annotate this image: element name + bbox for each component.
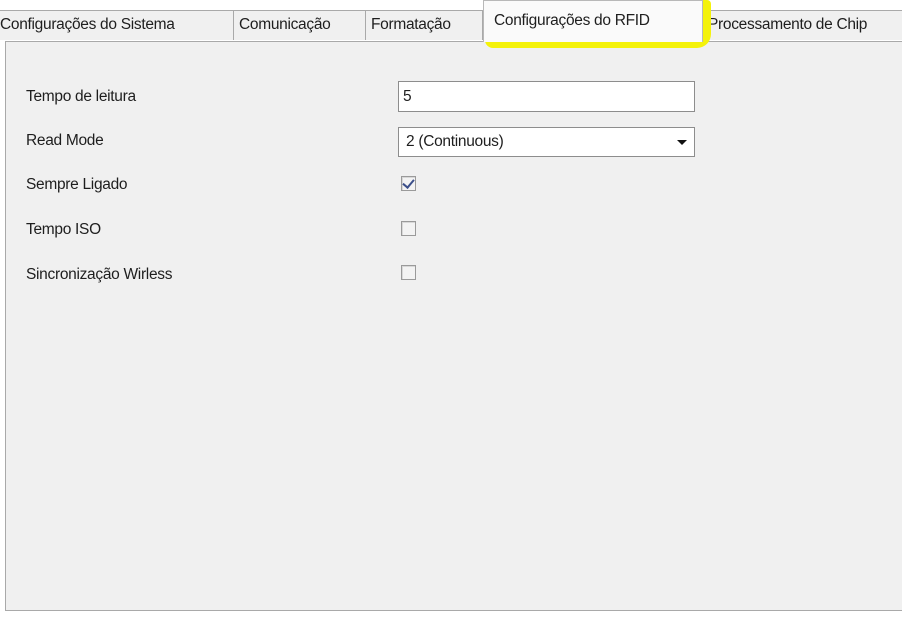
tab-communication[interactable]: Comunicação bbox=[233, 10, 366, 40]
tab-chip-processing[interactable]: Processamento de Chip bbox=[702, 10, 902, 40]
tab-strip: Configurações do Sistema Comunicação For… bbox=[0, 0, 902, 48]
read-mode-selected-value: 2 (Continuous) bbox=[406, 133, 504, 150]
read-mode-dropdown[interactable]: 2 (Continuous) bbox=[398, 127, 695, 157]
tab-label: Formatação bbox=[371, 16, 451, 33]
iso-time-checkbox[interactable] bbox=[401, 221, 416, 236]
checkmark-icon bbox=[402, 176, 415, 189]
read-time-input[interactable] bbox=[398, 81, 695, 112]
tab-label: Comunicação bbox=[239, 16, 331, 33]
tab-system-settings[interactable]: Configurações do Sistema bbox=[0, 10, 234, 40]
always-on-label: Sempre Ligado bbox=[26, 176, 128, 193]
tab-label: Configurações do RFID bbox=[494, 12, 650, 29]
tab-rfid-settings[interactable]: Configurações do RFID bbox=[483, 0, 703, 42]
wireless-sync-checkbox[interactable] bbox=[401, 265, 416, 280]
tab-label: Configurações do Sistema bbox=[0, 16, 175, 33]
tab-label: Processamento de Chip bbox=[708, 16, 868, 33]
read-mode-label: Read Mode bbox=[26, 132, 104, 149]
wireless-sync-label: Sincronização Wirless bbox=[26, 266, 173, 283]
iso-time-label: Tempo ISO bbox=[26, 221, 101, 238]
read-time-label: Tempo de leitura bbox=[26, 88, 136, 105]
dropdown-arrow-icon[interactable] bbox=[677, 140, 687, 145]
always-on-checkbox[interactable] bbox=[401, 176, 416, 191]
rfid-settings-window: Configurações do Sistema Comunicação For… bbox=[0, 0, 902, 618]
tab-formatting[interactable]: Formatação bbox=[365, 10, 483, 40]
